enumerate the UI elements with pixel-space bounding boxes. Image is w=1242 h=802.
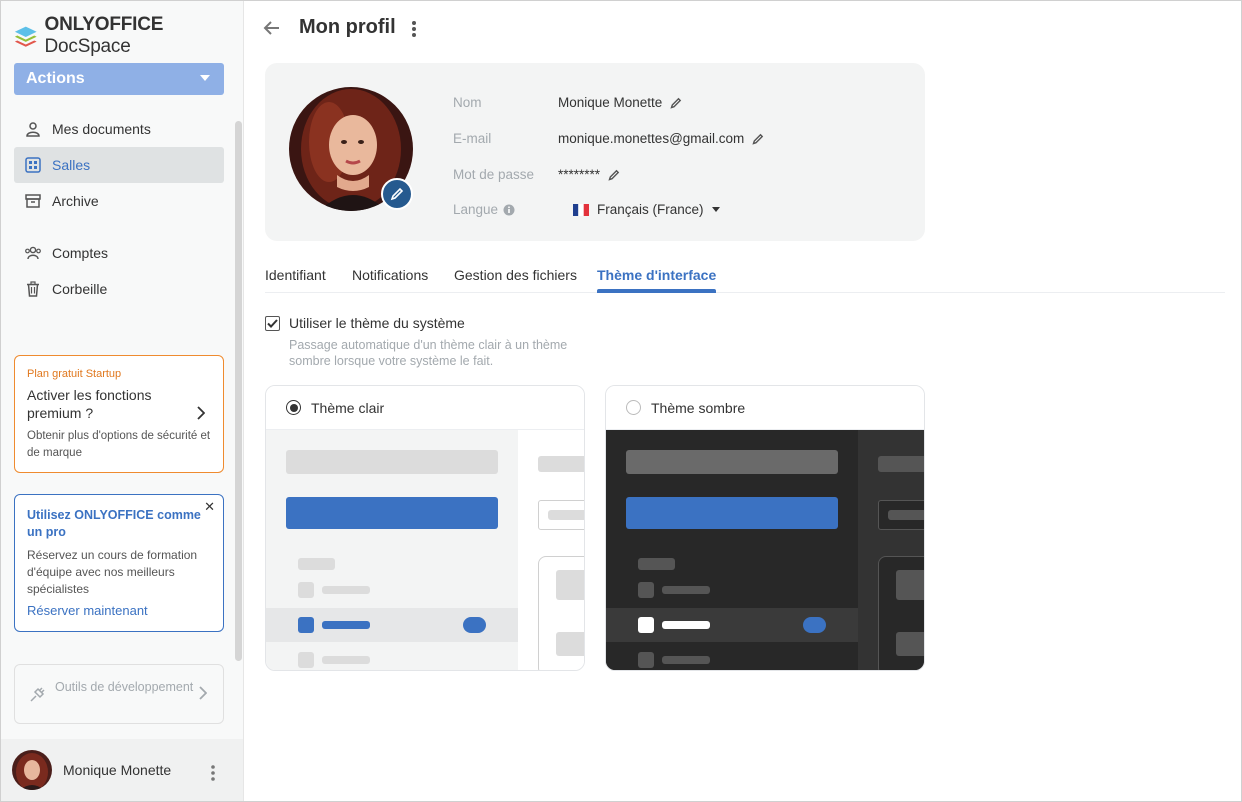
theme-dark-radio[interactable]: [626, 400, 641, 415]
startup-plan-title: Activer les fonctions premium ?: [27, 387, 152, 421]
info-icon[interactable]: [503, 204, 515, 216]
user-footer[interactable]: Monique Monette: [1, 739, 243, 801]
language-label: Langue: [453, 202, 499, 217]
chevron-right-icon: [197, 406, 205, 420]
pro-card-desc: Réservez un cours de formation d'équipe …: [27, 548, 198, 596]
tab-gestion-fichiers[interactable]: Gestion des fichiers: [454, 267, 577, 283]
password-value: ********: [558, 167, 601, 182]
sidebar-scrollbar[interactable]: [235, 121, 242, 661]
name-value: Monique Monette: [558, 95, 663, 110]
sidebar-item-mes-documents[interactable]: Mes documents: [14, 111, 224, 147]
theme-card-light[interactable]: Thème clair: [265, 385, 585, 671]
trash-icon: [24, 280, 42, 298]
back-arrow-icon[interactable]: [263, 19, 281, 37]
more-vertical-icon[interactable]: [411, 20, 417, 38]
accounts-icon: [24, 244, 42, 262]
theme-dark-label: Thème sombre: [651, 399, 746, 416]
checkmark-icon: [267, 318, 278, 328]
pencil-icon[interactable]: [670, 97, 682, 109]
actions-button[interactable]: Actions: [14, 63, 224, 95]
rooms-icon: [24, 156, 42, 174]
actions-label: Actions: [26, 70, 85, 87]
docspace-logo-icon: [14, 26, 37, 47]
sidebar-item-corbeille[interactable]: Corbeille: [14, 271, 224, 307]
close-icon[interactable]: ✕: [204, 499, 215, 515]
theme-dark-preview: [606, 430, 924, 670]
name-label: Nom: [453, 95, 482, 110]
system-theme-label: Utiliser le thème du système: [289, 315, 465, 331]
archive-icon: [24, 192, 42, 210]
sidebar-item-label: Comptes: [52, 245, 109, 261]
theme-light-radio[interactable]: [286, 400, 301, 415]
sidebar-item-label: Archive: [52, 193, 99, 209]
user-name: Monique Monette: [63, 762, 172, 778]
startup-plan-label: Plan gratuit Startup: [27, 368, 122, 380]
logo-light-text: DocSpace: [44, 36, 131, 57]
system-theme-checkbox[interactable]: [265, 315, 280, 331]
email-value: monique.monettes@gmail.com: [558, 131, 745, 146]
person-icon: [24, 120, 42, 138]
sidebar-item-comptes[interactable]: Comptes: [14, 235, 224, 271]
chevron-right-icon: [199, 686, 207, 700]
logo-bold-text: ONLYOFFICE: [44, 14, 164, 35]
profile-card: Nom Monique Monette E-mail monique.monet…: [265, 63, 925, 241]
edit-avatar-button[interactable]: [381, 178, 413, 210]
profile-tabs: Identifiant Notifications Gestion des fi…: [265, 267, 1225, 293]
startup-plan-card[interactable]: Plan gratuit Startup Activer les fonctio…: [14, 355, 224, 473]
theme-light-label: Thème clair: [311, 399, 385, 416]
developer-tools-label: Outils de développement: [55, 680, 194, 694]
tab-theme-interface[interactable]: Thème d'interface: [597, 267, 717, 293]
pro-card-title: Utilisez ONLYOFFICE comme un pro: [27, 508, 201, 539]
page-title: Mon profil: [299, 16, 396, 38]
theme-light-preview: [266, 430, 584, 670]
theme-card-dark[interactable]: Thème sombre: [605, 385, 925, 671]
plug-icon: [30, 687, 45, 702]
logo[interactable]: ONLYOFFICE DocSpace: [13, 14, 243, 58]
sidebar-item-label: Salles: [52, 157, 91, 173]
pencil-icon[interactable]: [752, 133, 764, 145]
language-value: Français (France): [597, 202, 704, 217]
system-theme-description: Passage automatique d'un thème clair à u…: [289, 338, 568, 368]
language-selector[interactable]: Français (France): [573, 202, 720, 217]
pencil-icon[interactable]: [608, 169, 620, 181]
pencil-icon: [390, 187, 404, 201]
sidebar-item-archive[interactable]: Archive: [14, 183, 224, 219]
reserve-now-link[interactable]: Réserver maintenant: [27, 603, 211, 618]
sidebar-item-label: Mes documents: [52, 121, 151, 137]
more-vertical-icon[interactable]: [211, 765, 215, 781]
pro-training-card: Utilisez ONLYOFFICE comme un pro Réserve…: [14, 494, 224, 632]
sidebar: ONLYOFFICE DocSpace Actions Mes document…: [1, 1, 244, 801]
password-label: Mot de passe: [453, 167, 535, 182]
tab-identifiant[interactable]: Identifiant: [265, 267, 326, 283]
tab-notifications[interactable]: Notifications: [352, 267, 428, 283]
caret-down-icon: [711, 207, 720, 212]
developer-tools-card[interactable]: Outils de développement: [14, 664, 224, 724]
system-theme-checkbox-row[interactable]: Utiliser le thème du système: [265, 315, 465, 331]
caret-down-icon: [200, 75, 210, 81]
email-label: E-mail: [453, 131, 492, 146]
sidebar-item-salles[interactable]: Salles: [14, 147, 224, 183]
sidebar-item-label: Corbeille: [52, 281, 108, 297]
avatar[interactable]: [12, 750, 52, 790]
startup-plan-desc: Obtenir plus d'options de sécurité et de…: [27, 430, 211, 459]
flag-france-icon: [573, 203, 589, 216]
